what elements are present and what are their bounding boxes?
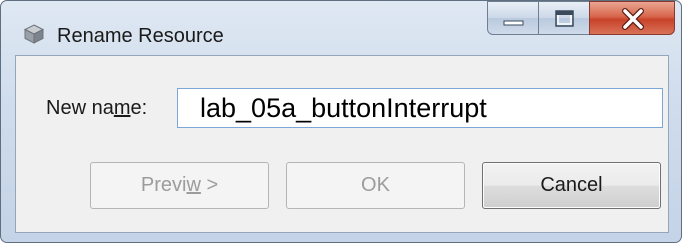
new-name-label-accelerator: m <box>113 97 131 119</box>
maximize-button[interactable] <box>538 1 590 35</box>
new-name-label: New name: <box>46 96 147 120</box>
preview-label-accelerator: w <box>186 174 201 196</box>
rename-resource-dialog: Rename Resource New name: lab_05a_button… <box>0 0 682 243</box>
preview-button[interactable]: Previw > <box>90 162 269 209</box>
cancel-button[interactable]: Cancel <box>482 162 661 209</box>
dialog-client-area: New name: Previw > OK Cancel <box>15 55 669 233</box>
maximize-icon <box>555 10 574 27</box>
new-name-label-text-end: e: <box>130 97 148 119</box>
new-name-label-text: New na <box>46 97 114 119</box>
preview-label: Previ <box>140 174 187 196</box>
preview-label-end: > <box>200 174 219 196</box>
close-button[interactable] <box>589 1 675 35</box>
new-name-input[interactable] <box>177 88 663 128</box>
caption-buttons <box>487 1 675 37</box>
window-title: Rename Resource <box>57 25 224 47</box>
title-bar[interactable]: Rename Resource <box>1 1 681 47</box>
cancel-label: Cancel <box>540 174 603 196</box>
minimize-icon <box>503 20 524 26</box>
ok-label: OK <box>361 174 390 196</box>
eclipse-cube-icon <box>23 23 45 45</box>
ok-button[interactable]: OK <box>286 162 465 209</box>
close-icon <box>622 8 644 30</box>
minimize-button[interactable] <box>487 1 539 35</box>
